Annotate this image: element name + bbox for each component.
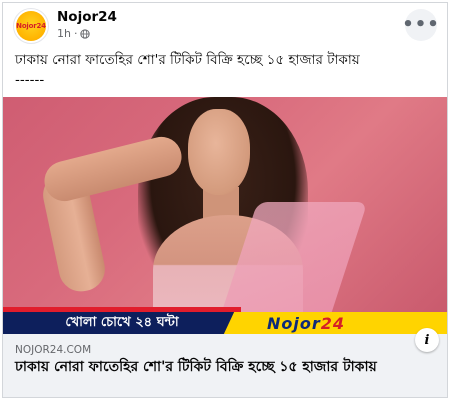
info-button[interactable]: i (415, 328, 439, 352)
image-banner: খোলা চোখে ২৪ ঘন্টা Nojor 24 (3, 307, 447, 334)
page-avatar[interactable]: Nojor24 (13, 8, 49, 44)
avatar-logo-text: Nojor24 (16, 22, 46, 30)
banner-brand-number: 24 (320, 313, 346, 333)
post-time[interactable]: 1h (57, 27, 71, 40)
logo-icon: Nojor24 (16, 11, 46, 41)
image-face (188, 109, 250, 195)
caption-text: ঢাকায় নোরা ফাতেহির শো'র টিকিট বিক্রি হচ… (15, 52, 360, 68)
banner-brand-word: Nojor (267, 313, 321, 333)
post-header: Nojor24 Nojor24 1h · ••• (3, 3, 447, 44)
link-preview[interactable]: i NOJOR24.COM ঢাকায় নোরা ফাতেহির শো'র ট… (3, 328, 447, 397)
page-name[interactable]: Nojor24 (57, 9, 117, 25)
banner-tagline: খোলা চোখে ২৪ ঘন্টা (3, 312, 241, 334)
link-title[interactable]: ঢাকায় নোরা ফাতেহির শো'র টিকিট বিক্রি হচ… (15, 358, 410, 377)
facebook-post: Nojor24 Nojor24 1h · ••• ঢাকায় নোরা ফাত… (2, 2, 448, 398)
info-icon: i (424, 332, 430, 348)
link-domain: NOJOR24.COM (15, 344, 92, 356)
globe-icon (80, 28, 91, 39)
more-options-button[interactable]: ••• (402, 9, 440, 41)
meta-separator: · (73, 27, 78, 40)
banner-brand: Nojor 24 (241, 312, 447, 334)
post-meta: 1h · (57, 27, 91, 40)
post-image[interactable] (3, 97, 447, 312)
post-caption: ঢাকায় নোরা ফাতেহির শো'র টিকিট বিক্রি হচ… (15, 50, 439, 90)
more-options-icon: ••• (402, 14, 440, 35)
caption-dashes: ------ (15, 72, 45, 88)
